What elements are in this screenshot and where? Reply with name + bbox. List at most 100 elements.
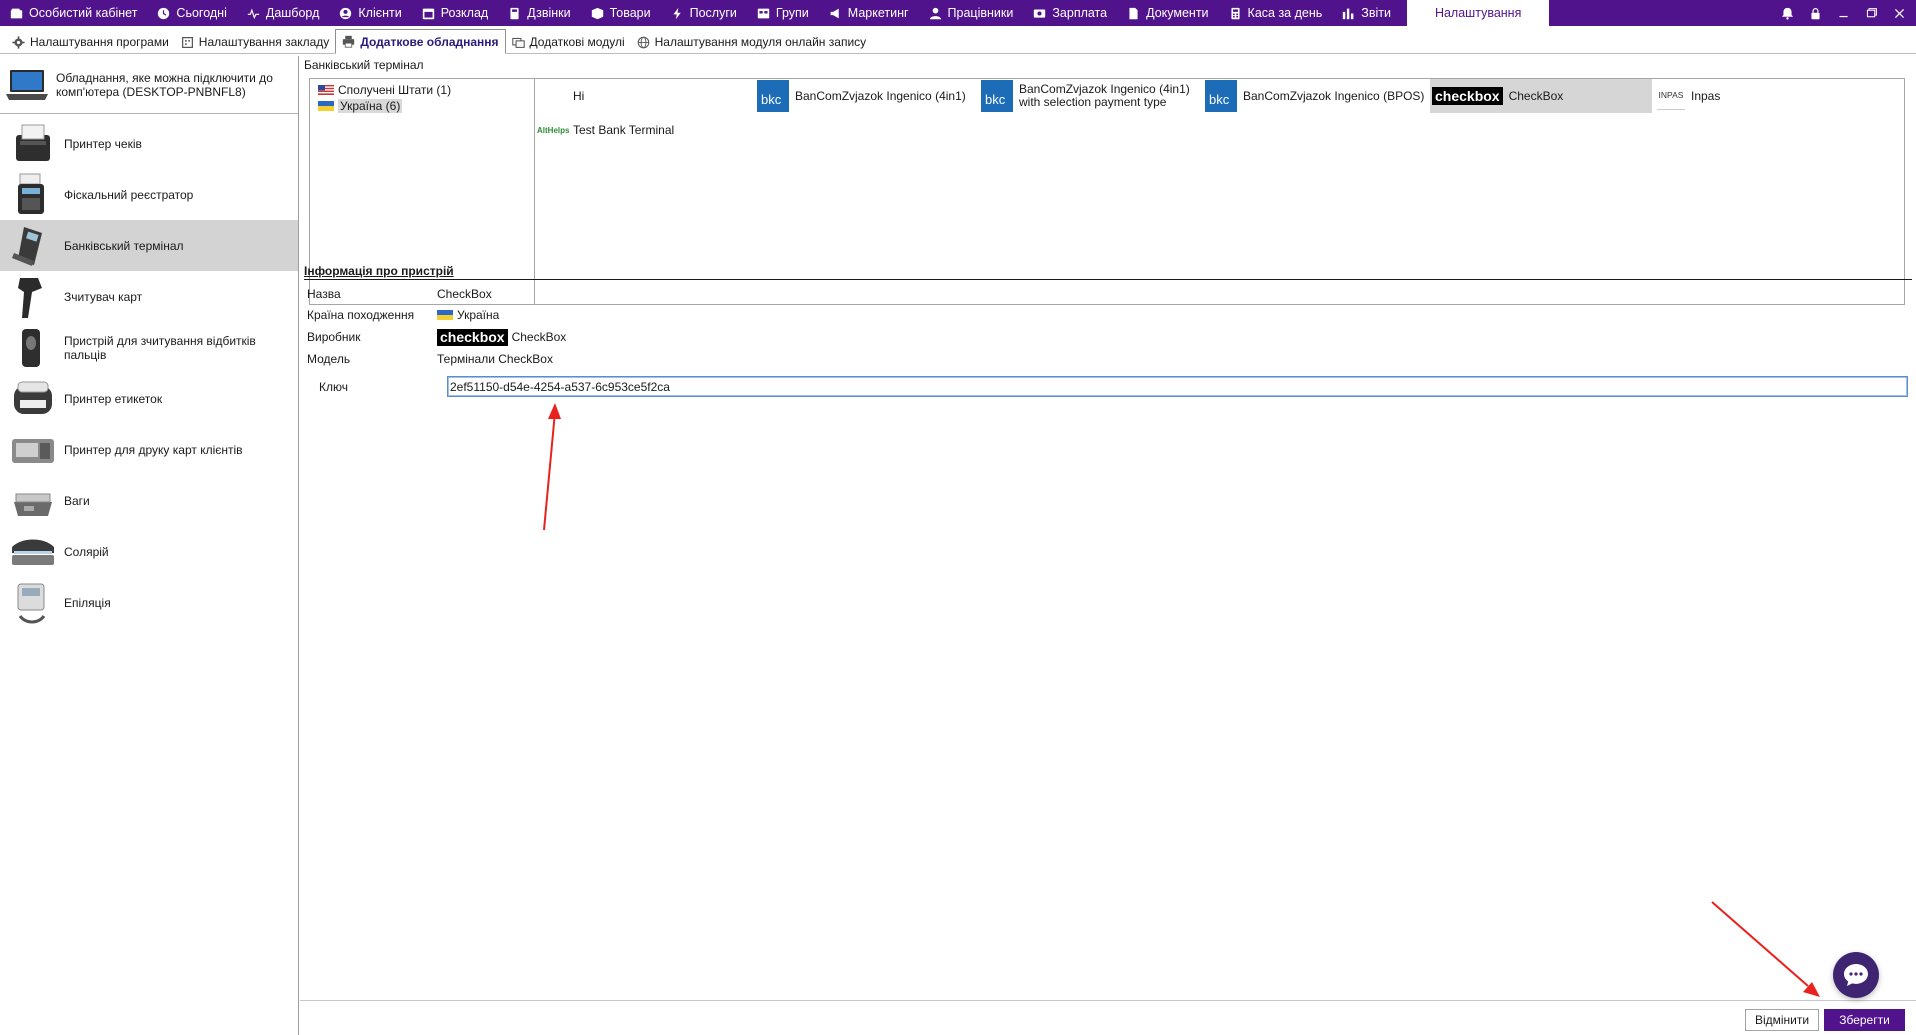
calculator-icon [1230, 7, 1240, 19]
device-item-receipt-printer[interactable]: Принтер чеків [0, 118, 298, 169]
nav-item-employees[interactable]: Працівники [919, 0, 1024, 26]
label-printer-icon [14, 381, 52, 414]
lock-icon [1810, 7, 1820, 19]
minimize-icon [1838, 15, 1848, 17]
tab-additional-equipment[interactable]: Додаткове обладнання [335, 29, 506, 54]
pulse-icon [247, 7, 260, 19]
nav-item-settings[interactable]: Налаштування [1406, 0, 1550, 26]
save-button[interactable]: Зберегти [1824, 1009, 1905, 1031]
vendor-label: BanComZvjazok Ingenico (4in1) [795, 88, 966, 103]
nav-item-groups[interactable]: Групи [747, 0, 819, 26]
scales-icon [14, 493, 52, 516]
vendor-item-bancomzvjazok-bpos[interactable]: bkc BanComZvjazok Ingenico (BPOS) [1205, 79, 1425, 113]
nav-item-services[interactable]: Послуги [661, 0, 747, 26]
bar-chart-icon [1343, 8, 1354, 19]
country-label: Україна (6) [338, 99, 403, 113]
vendor-item-bancomzvjazok-4in1[interactable]: bkc BanComZvjazok Ingenico (4in1) [757, 79, 977, 113]
device-item-card-printer[interactable]: Принтер для друку карт клієнтів [0, 424, 298, 475]
nav-item-documents[interactable]: Документи [1117, 0, 1218, 26]
device-item-label-printer[interactable]: Принтер етикеток [0, 373, 298, 424]
nav-item-today[interactable]: Сьогодні [147, 0, 236, 26]
info-label: Модель [307, 352, 351, 366]
nav-item-personal-cabinet[interactable]: Особистий кабінет [0, 0, 147, 26]
vendor-item-inpas[interactable]: INPAS Inpas [1655, 79, 1855, 113]
tab-label: Додаткові модулі [529, 35, 625, 49]
lock-button[interactable] [1806, 4, 1824, 22]
nav-item-cash-register[interactable]: Каса за день [1219, 0, 1333, 26]
clock-icon [158, 7, 170, 19]
tab-label: Налаштування програми [30, 35, 169, 49]
notifications-button[interactable] [1778, 4, 1796, 22]
checkbox-logo-icon: checkbox [437, 328, 508, 346]
nav-item-goods[interactable]: Товари [581, 0, 661, 26]
altegio-logo-icon: AltHelps [537, 125, 570, 135]
nav-item-label: Сьогодні [176, 6, 227, 20]
megaphone-icon [830, 8, 839, 18]
device-label: Принтер чеків [64, 136, 142, 151]
lightning-icon [673, 7, 681, 19]
info-label: Виробник [307, 330, 361, 344]
key-input[interactable] [447, 376, 1908, 397]
gear-icon [12, 35, 25, 49]
info-value: Україна [437, 308, 499, 322]
info-value: Термінали CheckBox [437, 352, 553, 366]
device-item-fingerprint-scanner[interactable]: Пристрій для зчитування відбитків пальці… [0, 322, 298, 373]
country-item-usa[interactable]: Сполучені Штати (1) [318, 82, 526, 98]
info-label: Назва [307, 287, 341, 301]
user-icon [340, 7, 352, 19]
nav-item-label: Дзвінки [527, 6, 571, 20]
building-icon [181, 36, 193, 48]
money-icon [1034, 8, 1046, 18]
tab-establishment-settings[interactable]: Налаштування закладу [175, 31, 336, 53]
device-item-card-reader[interactable]: Зчитувач карт [0, 271, 298, 322]
vendor-label: Test Bank Terminal [573, 122, 675, 137]
vendor-item-bancomzvjazok-4in1-payment-type[interactable]: bkc BanComZvjazok Ingenico (4in1) with s… [981, 79, 1203, 113]
checkbox-logo-icon: checkbox [1432, 87, 1503, 105]
epilation-icon [17, 583, 46, 623]
close-button[interactable] [1890, 4, 1908, 22]
nav-item-salary[interactable]: Зарплата [1023, 0, 1117, 26]
device-item-fiscal-register[interactable]: Фіскальний реєстратор [0, 169, 298, 220]
vendor-label: CheckBox [1508, 88, 1564, 103]
cancel-button[interactable]: Відмінити [1745, 1009, 1819, 1031]
nav-item-label: Послуги [689, 6, 737, 20]
nav-item-label: Дашборд [265, 6, 320, 20]
tab-additional-modules[interactable]: Додаткові модулі [506, 31, 631, 53]
top-navigation-bar: Особистий кабінет Сьогодні Дашборд Клієн… [0, 0, 1916, 26]
device-item-scales[interactable]: Ваги [0, 475, 298, 526]
country-item-ukraine[interactable]: Україна (6) [318, 98, 526, 114]
tab-label: Налаштування закладу [198, 35, 330, 49]
nav-item-schedule[interactable]: Розклад [412, 0, 498, 26]
nav-item-dashboard[interactable]: Дашборд [237, 0, 330, 26]
vendor-item-test-bank-terminal[interactable]: AltHelps Test Bank Terminal [537, 113, 737, 147]
computer-description: Обладнання, яке можна підключити до комп… [56, 70, 273, 99]
svg-text:bkc: bkc [761, 92, 782, 107]
nav-item-calls[interactable]: Дзвінки [498, 0, 580, 26]
info-label: Країна походження [307, 308, 415, 322]
nav-item-reports[interactable]: Звіти [1332, 0, 1401, 26]
vendor-item-hi[interactable]: Hi [537, 79, 717, 113]
restore-button[interactable] [1862, 4, 1880, 22]
chat-widget-button[interactable] [1833, 952, 1879, 998]
fiscal-register-icon [18, 173, 44, 214]
phone-icon [510, 7, 519, 19]
device-item-bank-terminal[interactable]: Банківський термінал [0, 220, 298, 271]
device-item-solarium[interactable]: Солярій [0, 526, 298, 577]
bank-terminal-icon [12, 226, 42, 266]
vendor-label: BanComZvjazok Ingenico (BPOS) [1243, 88, 1425, 103]
vendor-item-checkbox[interactable]: checkbox CheckBox [1430, 79, 1652, 113]
tab-program-settings[interactable]: Налаштування програми [6, 31, 175, 53]
device-category-list: Принтер чеків Фіскальний реєстратор Банк… [0, 114, 298, 628]
nav-item-label: Каса за день [1247, 6, 1323, 20]
device-label: Пристрій для зчитування відбитків пальці… [64, 333, 256, 362]
device-item-epilation[interactable]: Епіляція [0, 577, 298, 628]
nav-item-label: Товари [609, 6, 651, 20]
nav-item-marketing[interactable]: Маркетинг [819, 0, 919, 26]
tab-online-booking-settings[interactable]: Налаштування модуля онлайн запису [631, 31, 873, 53]
minimize-button[interactable] [1834, 4, 1852, 22]
nav-item-clients[interactable]: Клієнти [329, 0, 411, 26]
nav-item-label: Звіти [1361, 6, 1391, 20]
nav-item-label: Працівники [947, 6, 1014, 20]
device-label: Фіскальний реєстратор [64, 187, 194, 202]
svg-text:bkc: bkc [985, 92, 1006, 107]
